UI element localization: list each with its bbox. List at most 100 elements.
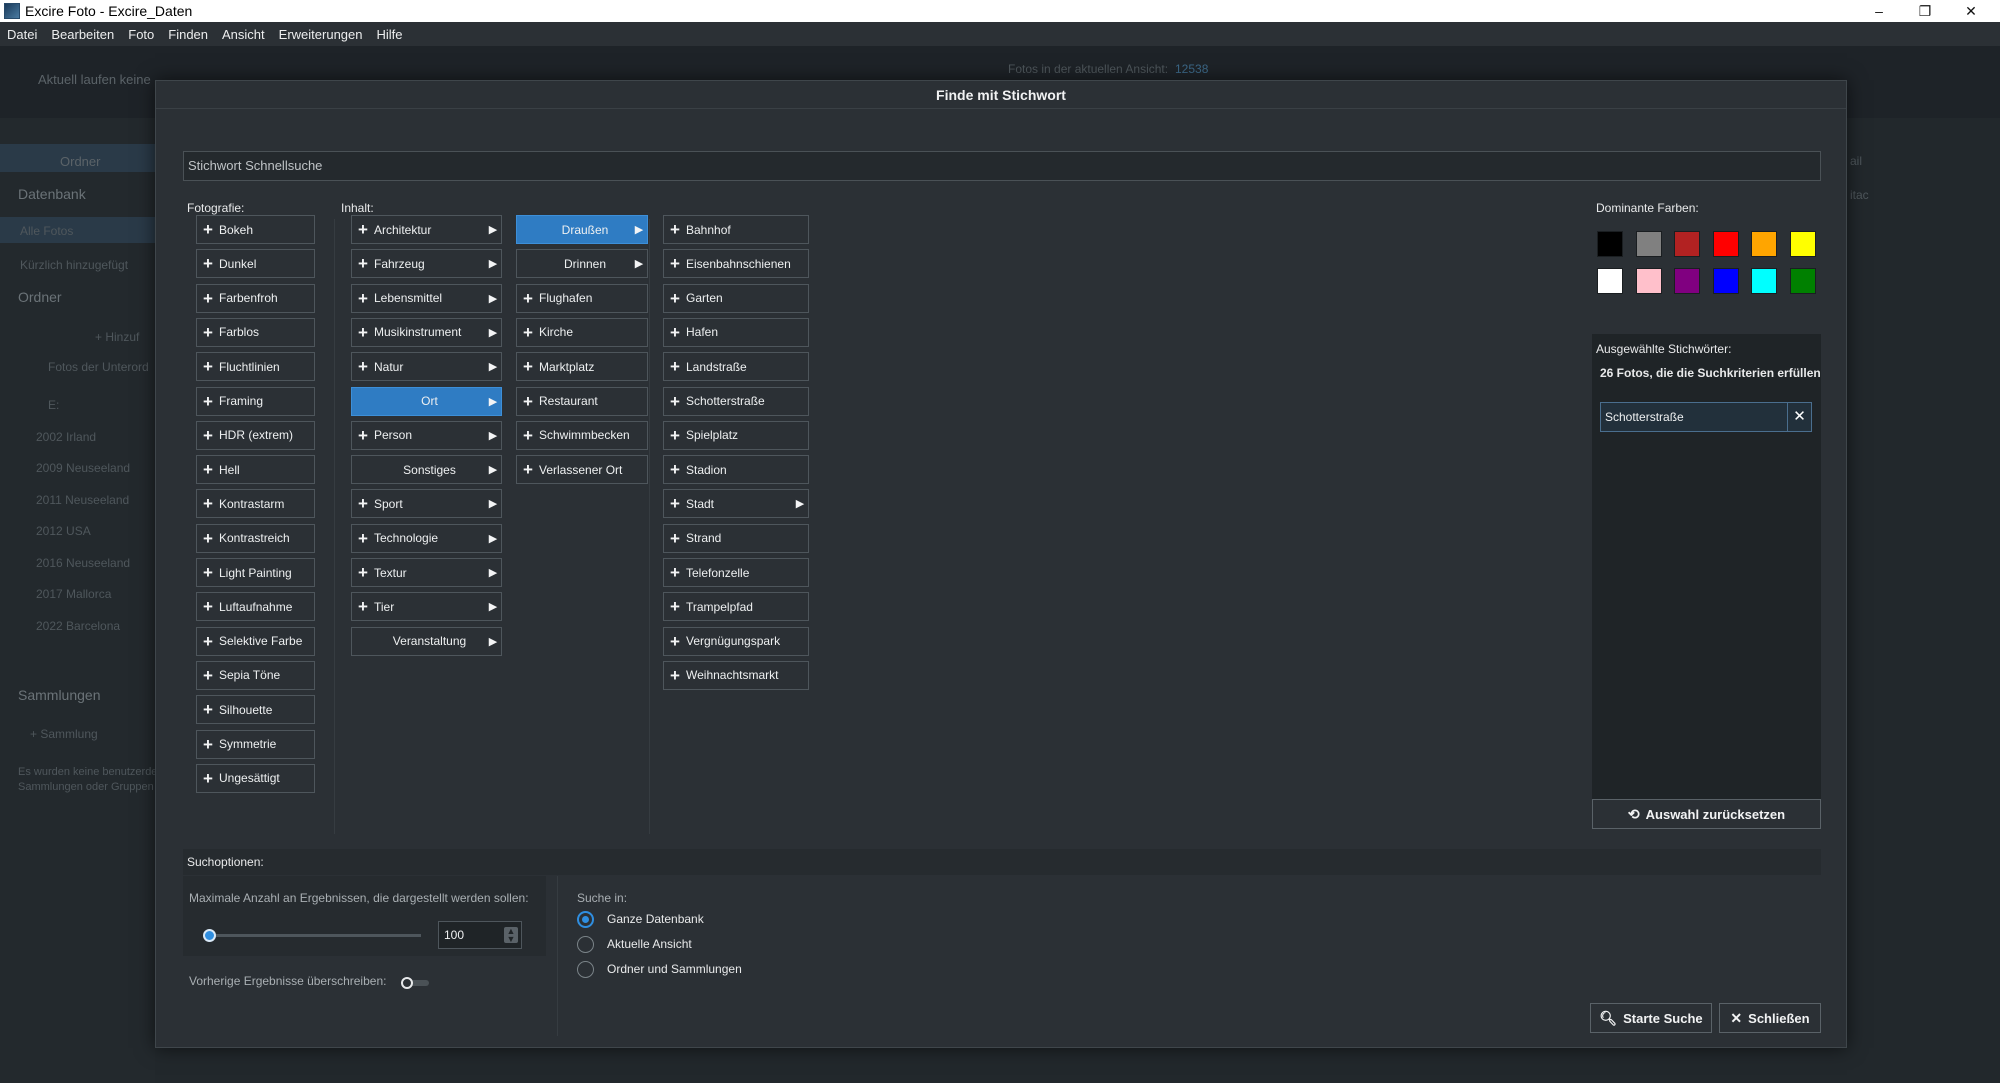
keyword-button-hdr-extrem[interactable]: + HDR (extrem)	[196, 420, 315, 450]
keyword-button-luftaufnahme[interactable]: + Luftaufnahme	[196, 592, 315, 622]
tab-ordner[interactable]: Ordner	[60, 154, 100, 169]
color-swatch[interactable]	[1674, 231, 1700, 257]
keyword-button-vergnugungspark[interactable]: + Vergnügungspark	[663, 626, 809, 656]
expand-arrow-icon[interactable]: ▶	[792, 497, 808, 510]
unterordner-toggle[interactable]: Fotos der Unterord	[48, 360, 149, 374]
plus-icon[interactable]: +	[664, 593, 686, 620]
plus-icon[interactable]: +	[664, 456, 686, 483]
expand-arrow-icon[interactable]: ▶	[485, 463, 501, 476]
expand-arrow-icon[interactable]: ▶	[485, 360, 501, 373]
expand-arrow-icon[interactable]: ▶	[485, 600, 501, 613]
color-swatch[interactable]	[1674, 268, 1700, 294]
color-swatch[interactable]	[1712, 268, 1739, 294]
menu-datei[interactable]: Datei	[0, 27, 44, 42]
keyword-button-marktplatz[interactable]: + Marktplatz	[516, 352, 648, 382]
keyword-button-hafen[interactable]: + Hafen	[663, 317, 809, 347]
keyword-button-framing[interactable]: + Framing	[196, 386, 315, 416]
keyword-button-eisenbahnschienen[interactable]: + Eisenbahnschienen	[663, 249, 809, 279]
keyword-button-selektive-farbe[interactable]: + Selektive Farbe	[196, 626, 315, 656]
keyword-quicksearch-input[interactable]: Stichwort Schnellsuche	[183, 151, 1821, 181]
color-swatch[interactable]	[1635, 231, 1662, 257]
keyword-button-sonstiges[interactable]: +Sonstiges▶	[351, 455, 502, 485]
keyword-button-sepia-tone[interactable]: + Sepia Töne	[196, 660, 315, 690]
keyword-button-trampelpfad[interactable]: + Trampelpfad	[663, 592, 809, 622]
start-search-button[interactable]: 🔍︎ Starte Suche	[1590, 1003, 1712, 1033]
expand-arrow-icon[interactable]: ▶	[485, 257, 501, 270]
plus-icon[interactable]: +	[197, 559, 219, 586]
max-results-input[interactable]: 100 ▲ ▼	[438, 921, 522, 949]
expand-arrow-icon[interactable]: ▶	[485, 635, 501, 648]
keyword-button-spielplatz[interactable]: + Spielplatz	[663, 420, 809, 450]
keyword-button-light-painting[interactable]: + Light Painting	[196, 558, 315, 587]
close-window-button[interactable]: ✕	[1948, 0, 1994, 22]
plus-icon[interactable]: +	[664, 319, 686, 346]
folder-item[interactable]: 2017 Mallorca	[36, 587, 111, 601]
plus-icon[interactable]: +	[197, 422, 219, 449]
minimize-button[interactable]: –	[1856, 0, 1902, 22]
keyword-button-kirche[interactable]: + Kirche	[516, 317, 648, 347]
keyword-button-ungesattigt[interactable]: + Ungesättigt	[196, 763, 315, 793]
plus-icon[interactable]: +	[517, 285, 539, 312]
expand-arrow-icon[interactable]: ▶	[485, 566, 501, 579]
plus-icon[interactable]: +	[197, 525, 219, 552]
expand-arrow-icon[interactable]: ▶	[631, 257, 647, 270]
plus-icon[interactable]: +	[197, 353, 219, 380]
plus-icon[interactable]: +	[664, 628, 686, 655]
sammlungen-heading[interactable]: Sammlungen	[18, 687, 101, 703]
plus-icon[interactable]: +	[197, 216, 219, 243]
keyword-button-flughafen[interactable]: + Flughafen	[516, 283, 648, 313]
hinzufuegen-button[interactable]: + Hinzuf	[95, 330, 139, 344]
close-dialog-button[interactable]: ✕ Schließen	[1719, 1003, 1821, 1033]
keyword-button-telefonzelle[interactable]: + Telefonzelle	[663, 558, 809, 587]
folder-item[interactable]: 2012 USA	[36, 524, 91, 538]
keyword-button-veranstaltung[interactable]: +Veranstaltung▶	[351, 626, 502, 656]
menu-foto[interactable]: Foto	[121, 27, 161, 42]
plus-icon[interactable]: +	[664, 490, 686, 517]
plus-icon[interactable]: +	[664, 422, 686, 449]
plus-icon[interactable]: +	[664, 353, 686, 380]
keyword-button-lebensmittel[interactable]: + Lebensmittel ▶	[351, 283, 502, 313]
menu-bearbeiten[interactable]: Bearbeiten	[44, 27, 121, 42]
plus-icon[interactable]: +	[517, 422, 539, 449]
plus-icon[interactable]: +	[352, 422, 374, 449]
keyword-button-restaurant[interactable]: + Restaurant	[516, 386, 648, 416]
reset-selection-button[interactable]: ⟲ Auswahl zurücksetzen	[1592, 799, 1821, 829]
color-swatch[interactable]	[1789, 231, 1816, 257]
datenbank-heading[interactable]: Datenbank	[18, 186, 86, 202]
plus-icon[interactable]: +	[197, 593, 219, 620]
plus-icon[interactable]: +	[352, 285, 374, 312]
folder-item[interactable]: 2002 Irland	[36, 430, 96, 444]
menu-ansicht[interactable]: Ansicht	[215, 27, 272, 42]
expand-arrow-icon[interactable]: ▶	[485, 223, 501, 236]
plus-icon[interactable]: +	[197, 765, 219, 792]
plus-icon[interactable]: +	[517, 353, 539, 380]
menu-hilfe[interactable]: Hilfe	[369, 27, 409, 42]
spinner-icon[interactable]: ▲ ▼	[504, 927, 518, 944]
keyword-button-verlassener-ort[interactable]: + Verlassener Ort	[516, 455, 648, 485]
color-swatch[interactable]	[1712, 231, 1739, 257]
keyword-button-strand[interactable]: + Strand	[663, 523, 809, 553]
plus-icon[interactable]: +	[352, 353, 374, 380]
keyword-button-sport[interactable]: + Sport ▶	[351, 489, 502, 519]
radio-ordner-sammlungen-label[interactable]: Ordner und Sammlungen	[607, 962, 742, 976]
ordner-heading[interactable]: Ordner	[18, 289, 62, 305]
keyword-button-kontrastarm[interactable]: + Kontrastarm	[196, 489, 315, 519]
plus-icon[interactable]: +	[197, 628, 219, 655]
keyword-button-symmetrie[interactable]: + Symmetrie	[196, 729, 315, 759]
keyword-button-hell[interactable]: + Hell	[196, 455, 315, 485]
folder-item[interactable]: 2016 Neuseeland	[36, 556, 130, 570]
color-swatch[interactable]	[1597, 268, 1623, 294]
keyword-button-farbenfroh[interactable]: + Farbenfroh	[196, 283, 315, 313]
plus-icon[interactable]: +	[352, 319, 374, 346]
plus-icon[interactable]: +	[664, 250, 686, 277]
keyword-button-garten[interactable]: + Garten	[663, 283, 809, 313]
plus-icon[interactable]: +	[352, 490, 374, 517]
plus-icon[interactable]: +	[664, 216, 686, 243]
expand-arrow-icon[interactable]: ▶	[631, 223, 647, 236]
plus-icon[interactable]: +	[197, 490, 219, 517]
keyword-button-textur[interactable]: + Textur ▶	[351, 558, 502, 587]
keyword-button-tier[interactable]: + Tier ▶	[351, 592, 502, 622]
plus-icon[interactable]: +	[197, 285, 219, 312]
expand-arrow-icon[interactable]: ▶	[485, 292, 501, 305]
plus-icon[interactable]: +	[197, 388, 219, 415]
